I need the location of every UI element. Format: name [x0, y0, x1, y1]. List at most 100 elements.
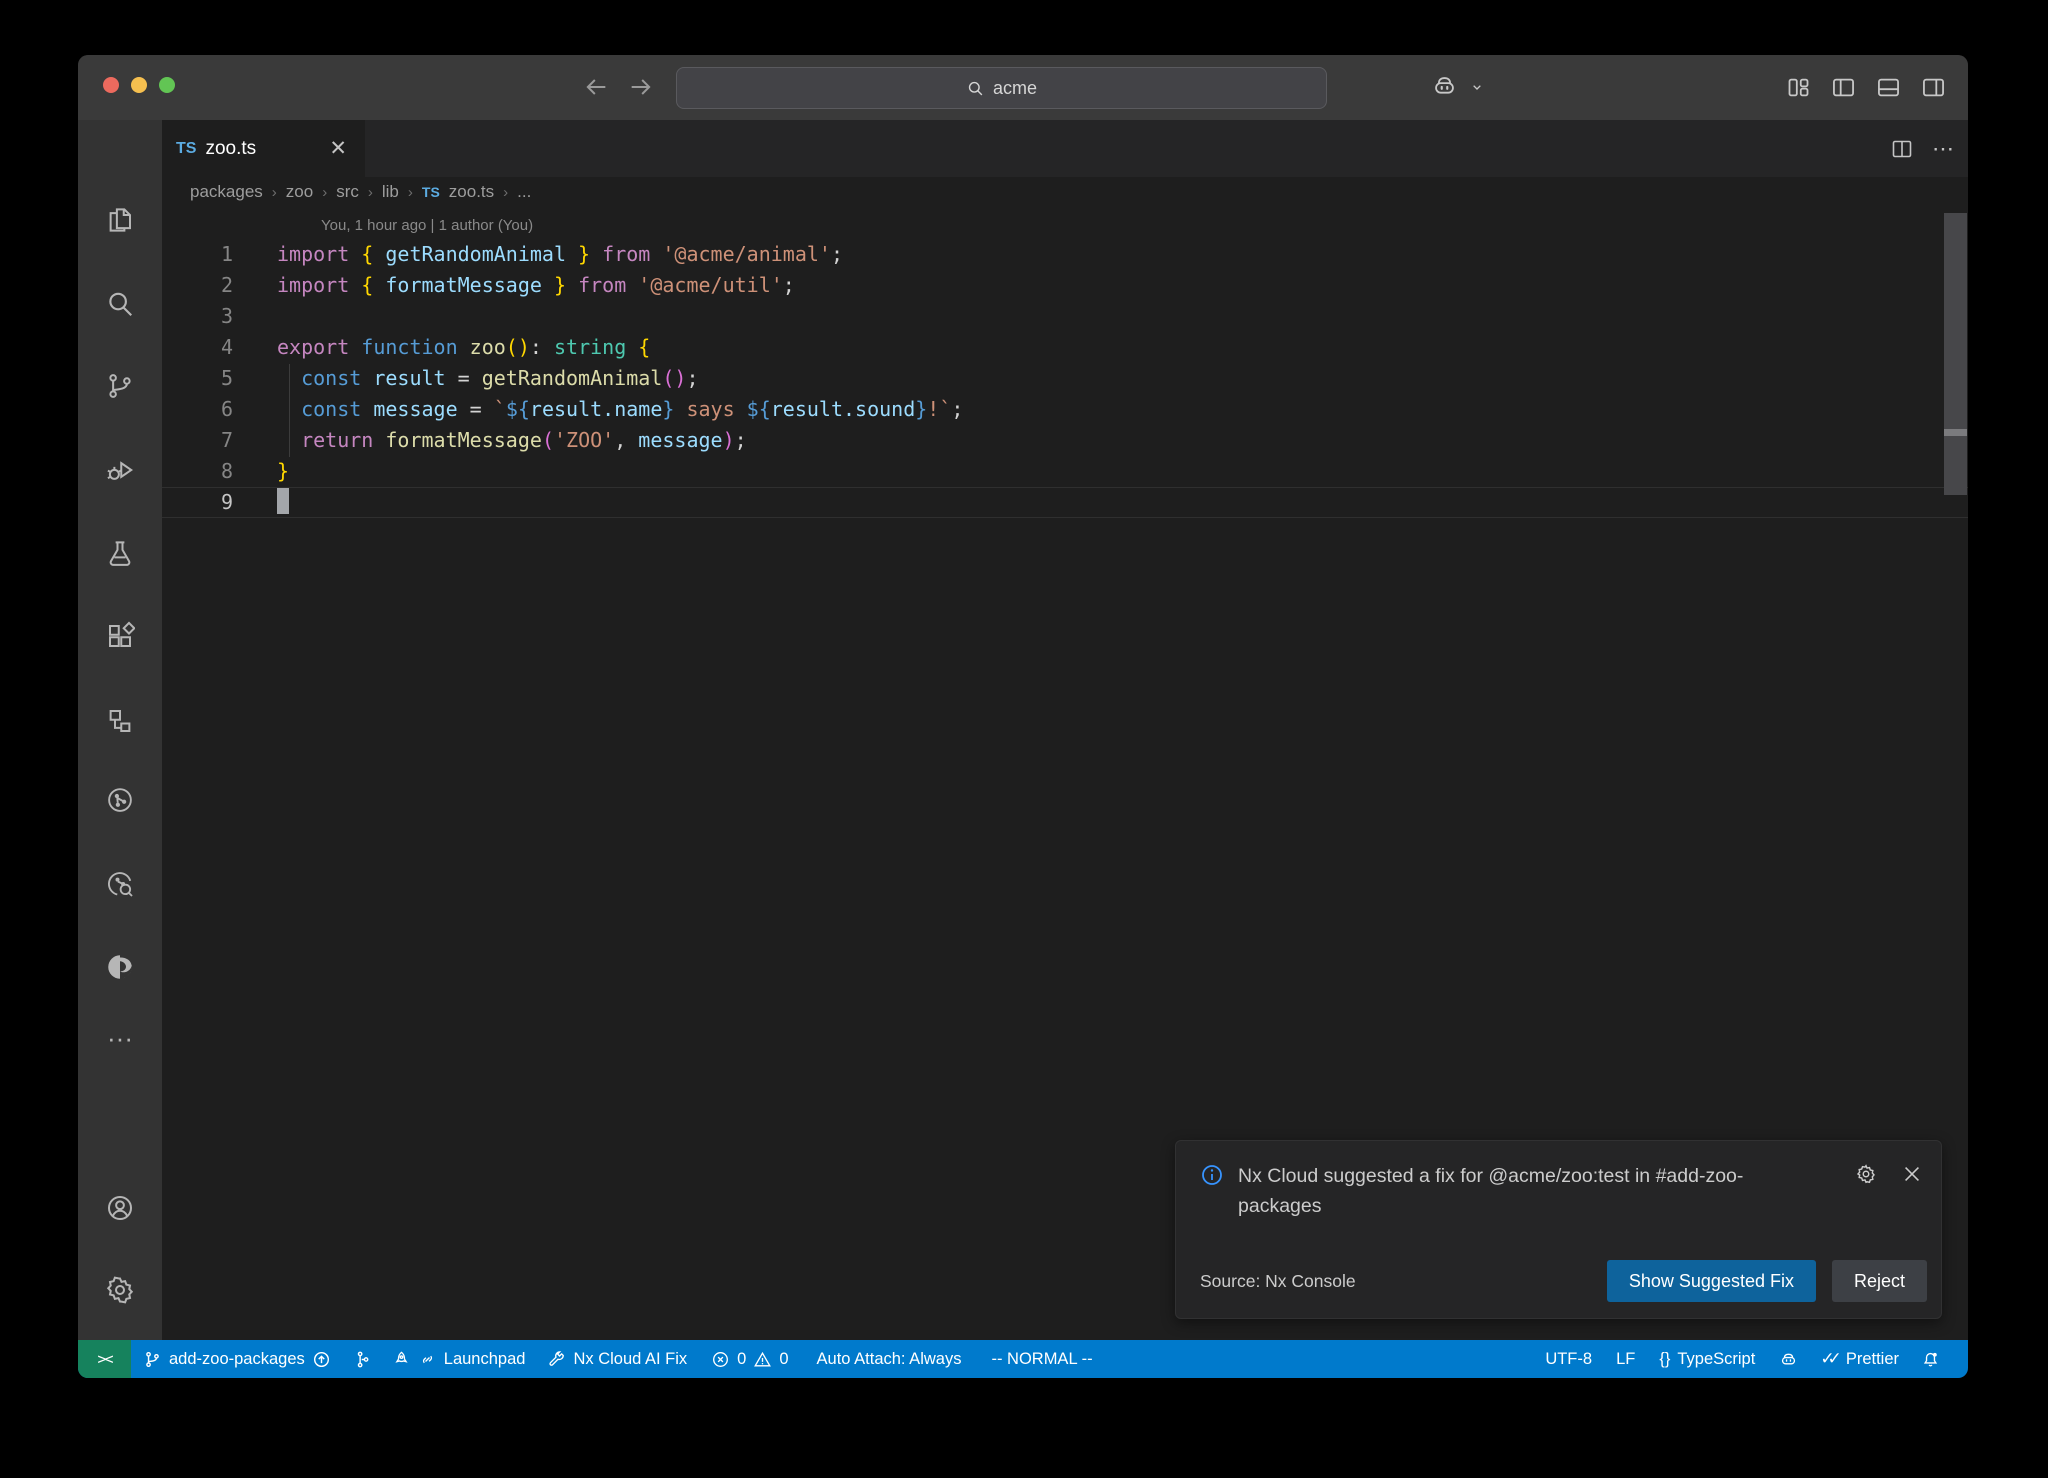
copilot-status-item[interactable]	[1775, 1350, 1802, 1369]
wrench-icon	[547, 1350, 566, 1369]
gitlens-inspect-icon[interactable]	[105, 869, 135, 899]
extensions-icon[interactable]	[105, 621, 135, 651]
notification-toast: Nx Cloud suggested a fix for @acme/zoo:t…	[1175, 1140, 1942, 1319]
code-line[interactable]: 8}	[162, 456, 1968, 487]
tab-close-icon[interactable]: ✕	[325, 136, 351, 161]
link-icon	[418, 1350, 437, 1369]
breadcrumb-file[interactable]: zoo.ts	[449, 182, 494, 202]
code-area[interactable]: 1import { getRandomAnimal } from '@acme/…	[162, 239, 1968, 518]
minimize-window-button[interactable]	[131, 77, 147, 93]
git-branch-icon	[143, 1350, 162, 1369]
errors-icon	[711, 1350, 730, 1369]
breadcrumb-item[interactable]: lib	[382, 182, 399, 202]
nx-cloud-ai-fix-item[interactable]: Nx Cloud AI Fix	[543, 1350, 691, 1369]
copilot-icon	[1779, 1350, 1798, 1369]
code-line[interactable]: 5 const result = getRandomAnimal();	[162, 363, 1968, 394]
notification-close-icon[interactable]	[1901, 1163, 1923, 1185]
code-line[interactable]: 2import { formatMessage } from '@acme/ut…	[162, 270, 1968, 301]
code-line[interactable]: 6 const message = `${result.name} says $…	[162, 394, 1968, 425]
auto-attach-item[interactable]: Auto Attach: Always	[813, 1350, 966, 1369]
more-views-icon[interactable]: ···	[105, 1028, 135, 1058]
line-number: 8	[162, 456, 233, 487]
warnings-icon	[753, 1350, 772, 1369]
line-number: 6	[162, 394, 233, 425]
formatter-item[interactable]: ✓✓ Prettier	[1816, 1349, 1903, 1369]
line-number: 5	[162, 363, 233, 394]
navigate-back-icon[interactable]	[582, 73, 610, 101]
language-mode-item[interactable]: {} TypeScript	[1655, 1350, 1759, 1369]
close-window-button[interactable]	[103, 77, 119, 93]
branch-name: add-zoo-packages	[169, 1350, 305, 1369]
breadcrumb-item[interactable]: src	[336, 182, 359, 202]
notification-source: Source: Nx Console	[1200, 1271, 1607, 1292]
notifications-bell-item[interactable]	[1917, 1350, 1944, 1369]
problems-item[interactable]: 0 0	[707, 1350, 792, 1369]
nx-console-icon[interactable]	[105, 706, 135, 736]
run-debug-icon[interactable]	[105, 455, 135, 485]
code-line[interactable]: 7 return formatMessage('ZOO', message);	[162, 425, 1968, 456]
line-number: 3	[162, 301, 233, 332]
breadcrumb-item[interactable]: zoo	[286, 182, 313, 202]
typescript-file-icon: TS	[176, 140, 196, 158]
reject-button[interactable]: Reject	[1832, 1260, 1927, 1302]
remote-indicator[interactable]: ><	[78, 1340, 131, 1378]
encoding-item[interactable]: UTF-8	[1541, 1350, 1596, 1369]
rocket-icon	[392, 1350, 411, 1369]
nx-cloud-ai-fix-label: Nx Cloud AI Fix	[573, 1350, 687, 1369]
command-center-search[interactable]: acme	[676, 67, 1327, 109]
search-view-icon[interactable]	[105, 289, 135, 319]
typescript-file-icon: TS	[422, 184, 440, 200]
customize-layout-icon[interactable]	[1785, 74, 1812, 101]
breadcrumb-item[interactable]: packages	[190, 182, 263, 202]
editor-cursor	[277, 488, 289, 514]
show-suggested-fix-button[interactable]: Show Suggested Fix	[1607, 1260, 1816, 1302]
zoom-window-button[interactable]	[159, 77, 175, 93]
account-icon[interactable]	[105, 1193, 135, 1223]
line-number: 1	[162, 239, 233, 270]
info-icon	[1200, 1163, 1224, 1187]
search-value: acme	[993, 78, 1037, 99]
vscode-window: acme	[78, 55, 1968, 1378]
title-bar: acme	[78, 55, 1968, 120]
vim-mode-indicator[interactable]: -- NORMAL --	[987, 1350, 1096, 1369]
settings-gear-icon[interactable]	[105, 1275, 135, 1305]
toggle-primary-sidebar-icon[interactable]	[1830, 74, 1857, 101]
status-bar: >< add-zoo-packages Launchpad	[78, 1340, 1968, 1378]
indent-guide	[289, 364, 290, 457]
testing-icon[interactable]	[105, 538, 135, 568]
chevron-down-icon[interactable]	[1469, 79, 1485, 95]
notification-settings-gear-icon[interactable]	[1855, 1163, 1877, 1185]
line-number: 4	[162, 332, 233, 363]
toggle-panel-icon[interactable]	[1875, 74, 1902, 101]
toggle-secondary-sidebar-icon[interactable]	[1920, 74, 1947, 101]
publish-changes-icon	[312, 1350, 331, 1369]
copilot-icon[interactable]	[1431, 73, 1458, 100]
navigate-forward-icon[interactable]	[627, 73, 655, 101]
commit-graph-icon	[353, 1350, 372, 1369]
code-line[interactable]: 4export function zoo(): string {	[162, 332, 1968, 363]
tab-bar: TS zoo.ts ✕ ⋯	[162, 120, 1968, 177]
split-editor-icon[interactable]	[1890, 137, 1914, 161]
codelens-blame[interactable]: You, 1 hour ago | 1 author (You)	[321, 215, 1968, 237]
editor-scrollbar[interactable]	[1944, 213, 1967, 495]
source-control-graph-item[interactable]	[349, 1350, 376, 1369]
eol-item[interactable]: LF	[1612, 1350, 1639, 1369]
error-count: 0	[737, 1350, 746, 1369]
source-control-icon[interactable]	[105, 371, 135, 401]
launchpad-item[interactable]: Launchpad	[388, 1350, 530, 1369]
tab-zoo-ts[interactable]: TS zoo.ts ✕	[162, 120, 365, 177]
git-branch-item[interactable]: add-zoo-packages	[139, 1350, 335, 1369]
breadcrumb-symbol[interactable]: ...	[517, 182, 531, 202]
editor-more-actions-icon[interactable]: ⋯	[1932, 144, 1954, 154]
launchpad-label: Launchpad	[444, 1350, 526, 1369]
code-line[interactable]: 3	[162, 301, 1968, 332]
explorer-icon[interactable]	[105, 205, 135, 235]
code-line[interactable]: 9	[162, 487, 1968, 518]
double-check-icon: ✓✓	[1820, 1349, 1835, 1369]
nx-cloud-icon[interactable]	[105, 785, 135, 815]
edge-browser-icon[interactable]	[105, 952, 135, 982]
code-line[interactable]: 1import { getRandomAnimal } from '@acme/…	[162, 239, 1968, 270]
tab-title: zoo.ts	[205, 138, 325, 160]
braces-icon: {}	[1659, 1350, 1670, 1369]
line-number: 7	[162, 425, 233, 456]
